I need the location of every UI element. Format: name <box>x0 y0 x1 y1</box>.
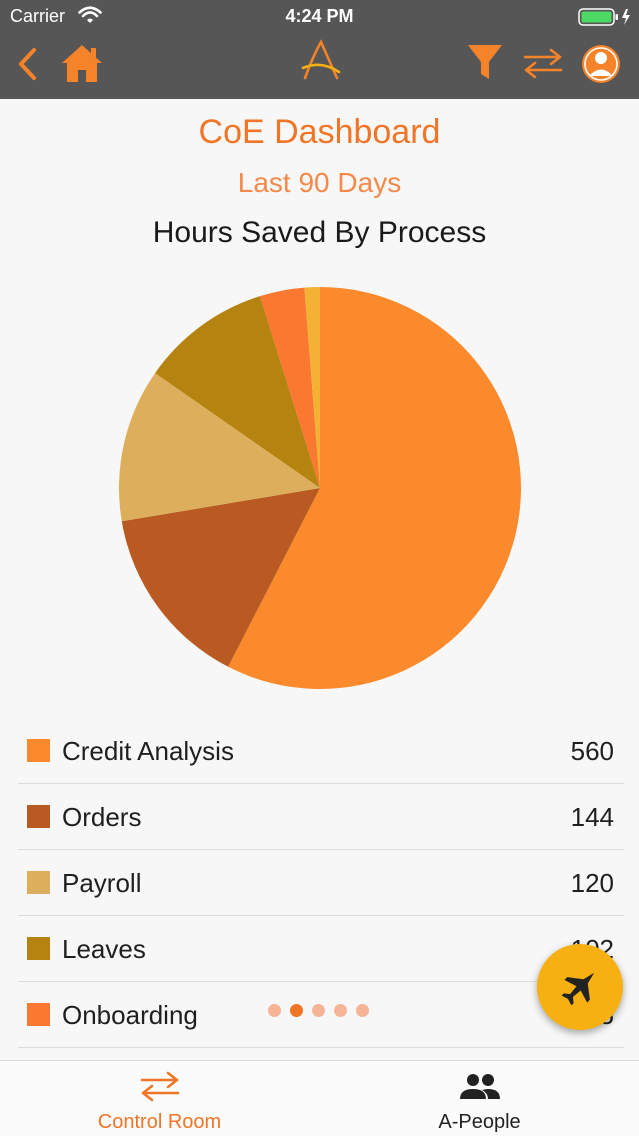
tab-control-room[interactable]: Control Room <box>0 1061 319 1136</box>
pie-chart[interactable] <box>110 278 530 698</box>
legend-swatch <box>27 871 50 894</box>
user-avatar-icon[interactable] <box>580 43 622 90</box>
legend-value: 120 <box>570 868 614 898</box>
legend-swatch <box>27 739 50 762</box>
legend-value: 144 <box>570 802 614 832</box>
status-bar: Carrier 4:24 PM <box>0 0 639 34</box>
legend-swatch <box>27 937 50 960</box>
page-title: CoE Dashboard <box>198 113 441 151</box>
legend-swatch <box>27 1003 50 1026</box>
page-dot[interactable] <box>334 1004 347 1017</box>
jet-icon <box>561 972 595 1006</box>
page-dot[interactable] <box>312 1004 325 1017</box>
legend-label: Orders <box>62 802 142 832</box>
clock: 4:24 PM <box>285 6 354 26</box>
tab-bar: Control Room A-People <box>0 1060 639 1136</box>
people-icon <box>458 1069 502 1108</box>
filter-icon[interactable] <box>466 42 504 87</box>
nav-bar <box>0 34 639 99</box>
page-dot[interactable] <box>290 1004 303 1017</box>
legend-label: Leaves <box>62 934 146 964</box>
tab-label: Control Room <box>97 1111 222 1133</box>
page-dot[interactable] <box>356 1004 369 1017</box>
chart-legend: Credit Analysis 560 Orders 144 Payroll 120 Lea… <box>18 718 624 1048</box>
jet-fab-button[interactable] <box>537 944 623 1030</box>
page-indicator <box>268 1004 378 1018</box>
legend-label: Credit Analysis <box>62 736 234 766</box>
tab-label: A-People <box>438 1111 521 1133</box>
legend-row[interactable]: Payroll 120 <box>18 850 624 916</box>
home-icon[interactable] <box>60 42 104 89</box>
legend-label: Onboarding <box>62 1000 198 1030</box>
legend-value: 560 <box>570 736 614 766</box>
chevron-left-icon[interactable] <box>14 46 42 87</box>
period-subtitle: Last 90 Days <box>237 167 402 198</box>
chart-title: Hours Saved By Process <box>152 216 487 249</box>
page-dot[interactable] <box>268 1004 281 1017</box>
legend-row[interactable]: Leaves102 <box>18 916 624 982</box>
app-logo-icon <box>299 38 343 89</box>
tab-a-people[interactable]: A-People <box>320 1061 639 1136</box>
swap-arrows-icon <box>138 1069 182 1108</box>
swap-arrows-icon[interactable] <box>521 46 565 85</box>
legend-row[interactable]: Orders 144 <box>18 784 624 850</box>
legend-swatch <box>27 805 50 828</box>
legend-row[interactable]: Credit Analysis 560 <box>18 718 624 784</box>
legend-label: Payroll <box>62 868 142 898</box>
battery-icon <box>578 7 634 32</box>
